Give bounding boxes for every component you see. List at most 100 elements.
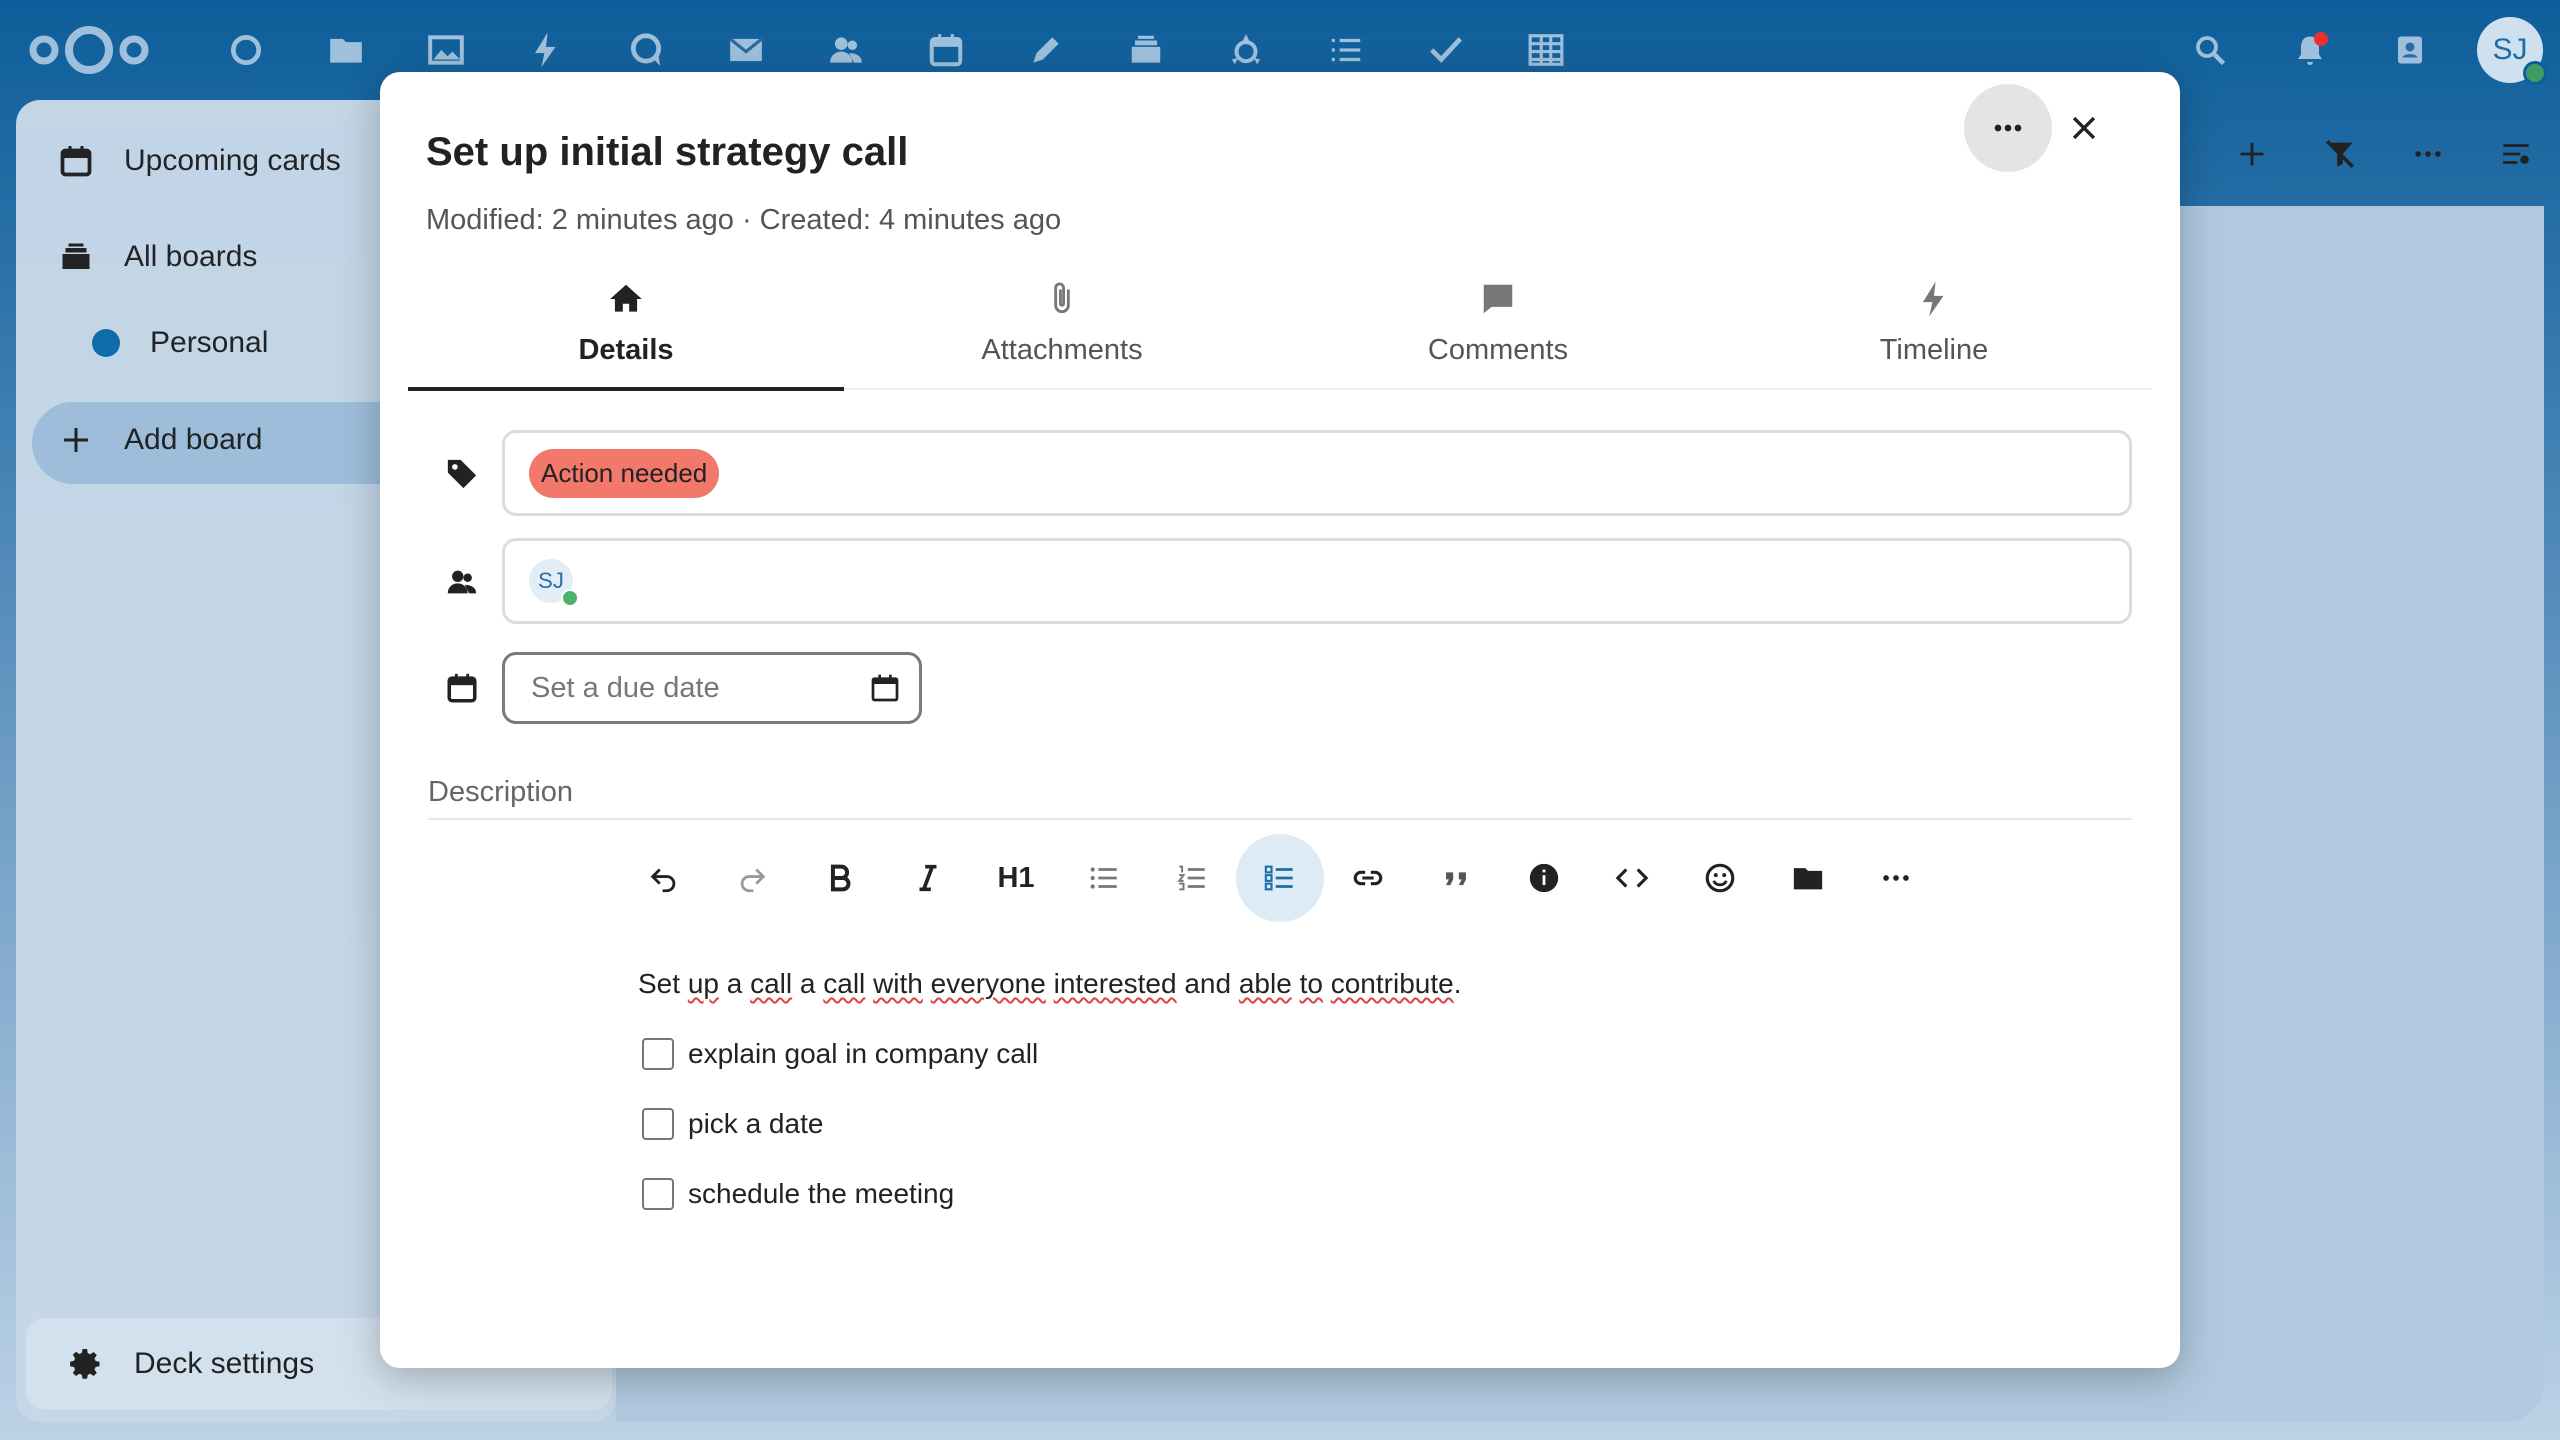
sidebar-item-personal[interactable]: Personal [92,311,268,375]
tab-label: Attachments [981,334,1143,366]
numbered-list-button[interactable] [1148,834,1236,922]
sidebar-item-upcoming-cards[interactable]: Upcoming cards [58,129,341,193]
tag-action-needed[interactable]: Action needed [529,448,720,498]
numbered-list-icon [1177,865,1205,891]
text-run [1323,968,1331,999]
calendar-icon [440,666,484,710]
task-label[interactable]: schedule the meeting [688,1178,954,1210]
talk-icon[interactable] [596,22,696,78]
board-details-icon[interactable] [2472,118,2560,190]
bullet-list-button[interactable] [1060,834,1148,922]
lightning-icon [1922,281,1944,317]
tab-attachments[interactable]: Attachments [844,272,1280,388]
search-icon[interactable] [2160,14,2260,86]
redo-button[interactable] [708,834,796,922]
code-block-button[interactable] [1588,834,1676,922]
header-right: SJ [2160,14,2560,86]
plus-icon [64,428,88,452]
notifications-bell-icon[interactable] [2260,14,2360,86]
card-title[interactable]: Set up initial strategy call [426,130,908,175]
due-date-placeholder: Set a due date [531,671,720,704]
heading-button[interactable]: H1 [972,834,1060,922]
due-date-input[interactable]: Set a due date [502,652,922,724]
text-run [923,968,931,999]
text-run [1292,968,1300,999]
activity-icon[interactable] [496,22,596,78]
text-run: with [873,968,923,999]
description-paragraph[interactable]: Set up a call a call with everyone inter… [638,968,1461,1000]
undo-icon [650,868,676,893]
assignee-initials: SJ [538,568,564,593]
circles-icon[interactable] [1196,22,1296,78]
online-status-icon [2523,61,2547,85]
sidebar-item-all-boards[interactable]: All boards [58,225,257,289]
close-button[interactable] [2054,98,2114,158]
text-run [1046,968,1054,999]
sidebar-item-add-board[interactable]: Add board [58,408,262,472]
italic-icon [919,864,937,892]
tab-timeline[interactable]: Timeline [1716,272,2152,388]
insert-file-button[interactable] [1764,834,1852,922]
text-run: call [823,968,866,999]
task-label[interactable]: explain goal in company call [688,1038,1038,1070]
assignees-field[interactable]: SJ [502,538,2132,624]
board-more-icon[interactable] [2384,118,2472,190]
card-actions-button[interactable] [1964,84,2052,172]
deck-icon[interactable] [1096,22,1196,78]
calendar-icon [60,146,92,177]
link-button[interactable] [1324,834,1412,922]
tab-comments[interactable]: Comments [1280,272,1716,388]
task-label[interactable]: pick a date [688,1108,823,1140]
files-icon[interactable] [296,22,396,78]
text-run: call [750,968,793,999]
dashboard-icon[interactable] [196,22,296,78]
italic-button[interactable] [884,834,972,922]
user-menu[interactable]: SJ [2460,14,2560,86]
bold-button[interactable] [796,834,884,922]
filter-off-icon[interactable] [2296,118,2384,190]
text-run: a [792,968,824,999]
emoji-button[interactable] [1676,834,1764,922]
blockquote-button[interactable] [1412,834,1500,922]
task-checkbox[interactable] [642,1178,674,1210]
assignee-avatar[interactable]: SJ [529,559,579,607]
board-color-dot [92,329,120,357]
mail-icon[interactable] [696,22,796,78]
notification-dot [2314,32,2328,46]
stack-icon [62,243,90,269]
tab-details[interactable]: Details [408,272,844,391]
contacts-icon[interactable] [796,22,896,78]
editor-toolbar: H1 [620,834,1940,922]
tables-icon[interactable] [1496,22,1596,78]
add-list-icon[interactable] [2208,118,2296,190]
nextcloud-logo[interactable] [26,22,152,78]
tags-field[interactable]: Action needed [502,430,2132,516]
checkmark-icon[interactable] [1396,22,1496,78]
tasks-list-icon[interactable] [1296,22,1396,78]
contacts-menu-icon[interactable] [2360,14,2460,86]
paperclip-icon [1054,282,1070,314]
calendar-icon[interactable] [896,22,996,78]
text-run: able [1238,968,1292,999]
board-toolbar [2208,118,2560,190]
task-item: schedule the meeting [642,1178,954,1210]
text-run: to [1299,968,1323,999]
sidebar-item-label: Upcoming cards [124,144,341,177]
quote-icon [1446,872,1466,886]
description-label: Description [428,776,574,808]
more-formatting-button[interactable] [1852,834,1940,922]
avatar[interactable]: SJ [2477,17,2547,85]
task-list-button[interactable] [1236,834,1324,922]
card-tabs: Details Attachments Comments Timeline [408,272,2152,391]
task-checkbox[interactable] [642,1108,674,1140]
callout-button[interactable] [1500,834,1588,922]
date-picker-icon[interactable] [869,672,901,704]
notes-icon[interactable] [996,22,1096,78]
sidebar-item-label: Personal [150,326,269,359]
card-meta: Modified: 2 minutes ago · Created: 4 min… [426,204,1062,236]
photos-icon[interactable] [396,22,496,78]
task-checkbox[interactable] [642,1038,674,1070]
avatar-initials: SJ [2492,33,2528,66]
undo-button[interactable] [620,834,708,922]
link-icon [1353,870,1383,886]
